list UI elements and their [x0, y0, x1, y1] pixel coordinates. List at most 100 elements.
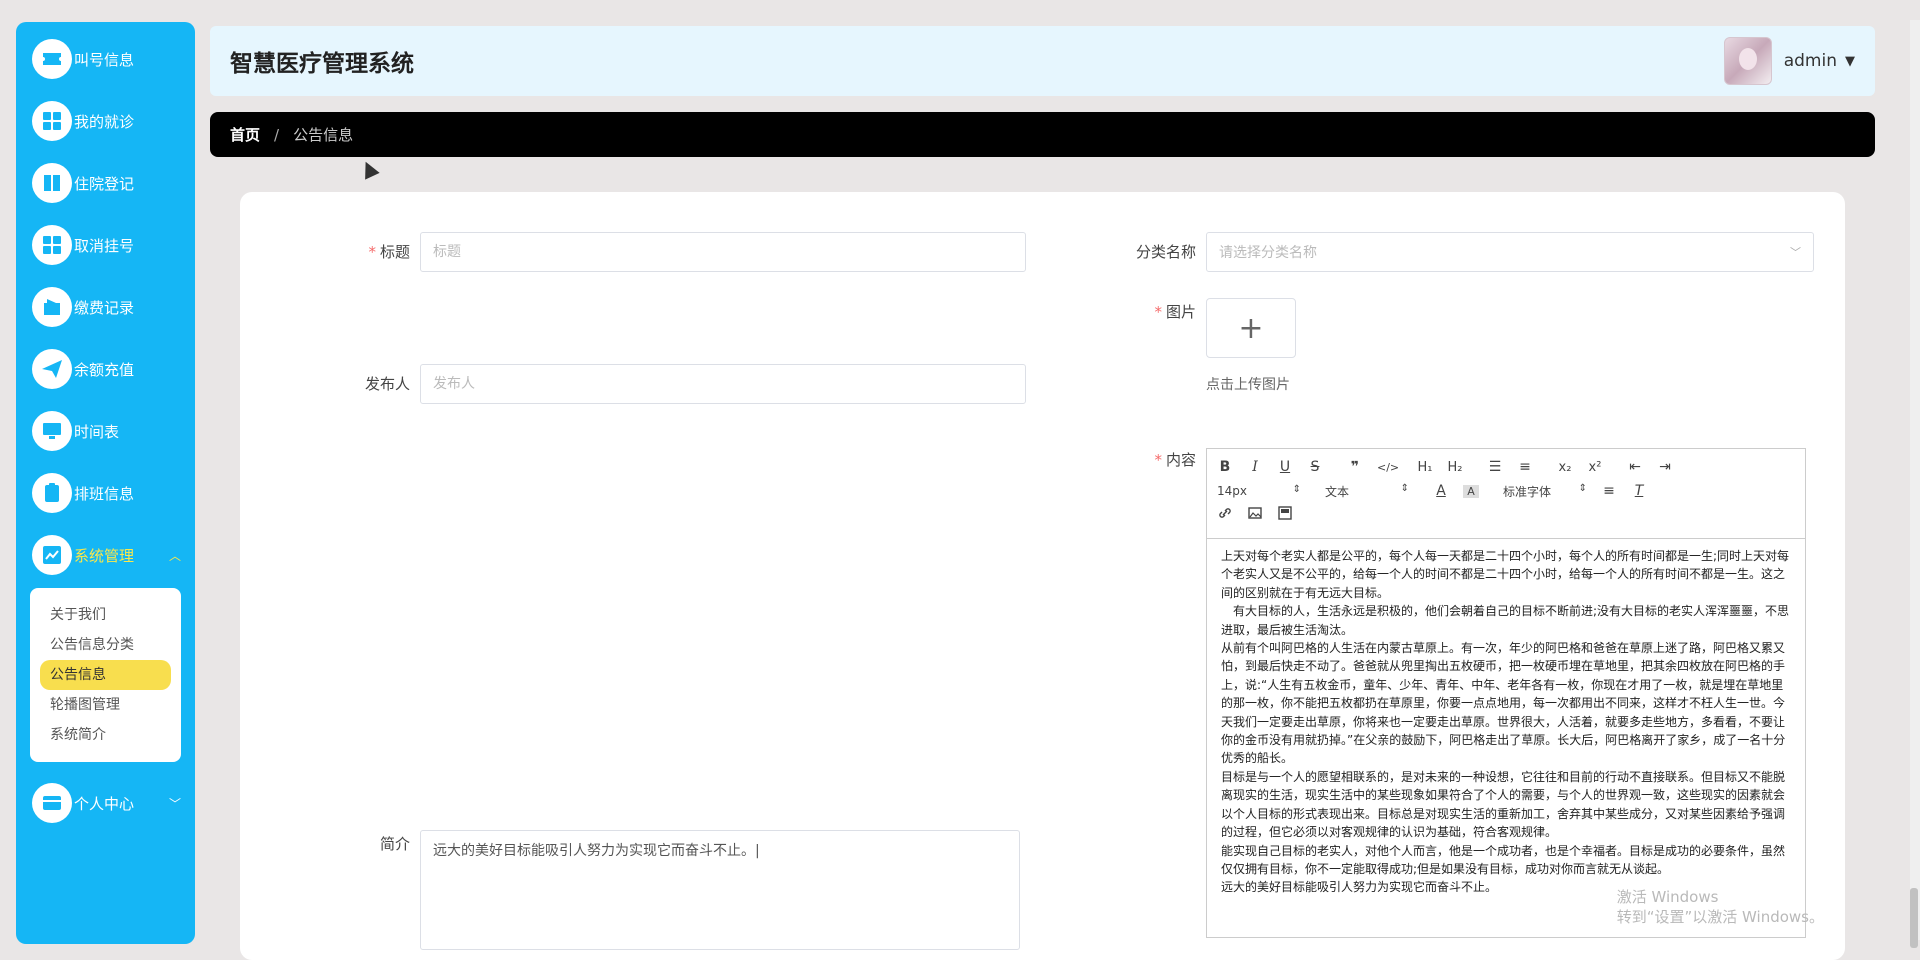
submenu-item-system-intro[interactable]: 系统简介 [40, 720, 171, 750]
indent-icon[interactable]: ⇥ [1657, 459, 1673, 475]
rich-text-editor[interactable]: B I U S ❞ </> H₁ H₂ ☰ ≡ x₂ x² ⇤ ⇥ 14px ⇕… [1206, 448, 1806, 938]
windows-activation-watermark: 激活 Windows 转到“设置”以激活 Windows。 [1617, 887, 1824, 927]
align-icon[interactable]: ≡ [1601, 483, 1617, 499]
upload-button[interactable]: + [1206, 298, 1296, 358]
title-label: * 标题 [300, 232, 410, 272]
subscript-icon[interactable]: x₂ [1557, 460, 1573, 475]
required-mark: * [1154, 451, 1162, 469]
avatar [1723, 37, 1772, 85]
sidebar-item-personal-center[interactable]: 个人中心 ﹀ [16, 772, 195, 834]
sidebar-item-cancel-registration[interactable]: 取消挂号 [16, 214, 195, 276]
sidebar-item-label: 叫号信息 [74, 50, 135, 69]
underline-icon[interactable]: U [1277, 459, 1293, 475]
bullet-list-icon[interactable]: ≡ [1517, 459, 1533, 475]
sidebar-item-timetable[interactable]: 时间表 [16, 400, 195, 462]
link-icon[interactable] [1217, 506, 1233, 524]
grid-icon [32, 225, 72, 265]
sidebar-item-my-visits[interactable]: 我的就诊 [16, 90, 195, 152]
image-icon[interactable] [1247, 506, 1263, 524]
sidebar-item-call-info[interactable]: 叫号信息 [16, 28, 195, 90]
category-select[interactable]: 请选择分类名称 ﹀ [1206, 232, 1814, 272]
chevron-up-icon: ︿ [168, 548, 181, 563]
summary-textarea[interactable]: 远大的美好目标能吸引人努力为实现它而奋斗不止。| [420, 830, 1020, 950]
code-block-icon[interactable]: </> [1377, 461, 1399, 474]
app: 叫号信息 我的就诊 住院登记 取消挂号 缴费记录 余额充值 时间表 排班信息 系… [0, 0, 1920, 960]
editor-paragraph: 从前有个叫阿巴格的人生活在内蒙古草原上。有一次，年少的阿巴格和爸爸在草原上迷了路… [1221, 641, 1786, 766]
text-style-select[interactable]: 文本 ⇕ [1325, 483, 1409, 500]
submenu-item-notice[interactable]: 公告信息 [40, 660, 171, 690]
italic-icon[interactable]: I [1247, 459, 1263, 475]
summary-label: 简介 [379, 835, 410, 853]
notice-form-panel: *标题 分类名称 请选择分类名称 ﹀ *图片 + 点击上传图片 发布人 *内 [240, 192, 1845, 960]
blockquote-icon[interactable]: ❞ [1347, 459, 1363, 475]
paper-plane-icon [32, 349, 72, 389]
monitor-icon [32, 411, 72, 451]
submenu-item-carousel[interactable]: 轮播图管理 [40, 690, 171, 720]
video-icon[interactable] [1277, 506, 1293, 524]
category-placeholder: 请选择分类名称 [1219, 245, 1317, 261]
breadcrumb-current: 公告信息 [293, 126, 354, 144]
wallet-icon [32, 287, 72, 327]
sidebar-item-label: 系统管理 [74, 546, 135, 565]
page-scrollbar[interactable] [1910, 20, 1920, 948]
sidebar-item-system-management[interactable]: 系统管理 ︿ [16, 524, 195, 586]
heading1-icon[interactable]: H₁ [1417, 460, 1433, 475]
content-row: * 内容 B I U S ❞ </> H₁ H₂ ☰ ≡ x₂ x² ⇤ ⇥ 1… [1110, 448, 1806, 938]
card-icon [32, 783, 72, 823]
chart-icon [32, 535, 72, 575]
editor-content[interactable]: 上天对每个老实人都是公平的，每个人每一天都是二十四个小时，每个人的所有时间都是一… [1207, 539, 1805, 937]
chevron-down-icon: ﹀ [1790, 246, 1801, 259]
grid-icon [32, 101, 72, 141]
toolbar-row-3 [1217, 503, 1795, 527]
chevron-down-icon: ﹀ [168, 796, 181, 811]
scrollbar-thumb[interactable] [1910, 888, 1918, 948]
category-row: 分类名称 请选择分类名称 ﹀ [1110, 232, 1814, 272]
ordered-list-icon[interactable]: ☰ [1487, 459, 1503, 475]
ticket-icon [32, 39, 72, 79]
user-menu[interactable]: admin ▼ [1723, 37, 1855, 85]
submenu-item-notice-category[interactable]: 公告信息分类 [40, 630, 171, 660]
app-title: 智慧医疗管理系统 [230, 51, 414, 77]
font-color-icon[interactable]: A [1433, 483, 1449, 499]
breadcrumb: 首页 / 公告信息 [210, 112, 1875, 157]
sidebar: 叫号信息 我的就诊 住院登记 取消挂号 缴费记录 余额充值 时间表 排班信息 系… [16, 22, 195, 944]
heading2-icon[interactable]: H₂ [1447, 460, 1463, 475]
upload-area: + 点击上传图片 [1206, 298, 1296, 394]
image-row: * 图片 + 点击上传图片 [1110, 298, 1296, 394]
sidebar-item-schedule[interactable]: 排班信息 [16, 462, 195, 524]
sidebar-item-recharge[interactable]: 余额充值 [16, 338, 195, 400]
submenu-item-about[interactable]: 关于我们 [40, 600, 171, 630]
strikethrough-icon[interactable]: S [1307, 459, 1323, 475]
editor-toolbar: B I U S ❞ </> H₁ H₂ ☰ ≡ x₂ x² ⇤ ⇥ 14px ⇕… [1207, 449, 1805, 539]
updown-icon: ⇕ [1578, 482, 1587, 494]
publisher-label: 发布人 [364, 375, 410, 393]
sidebar-item-label: 住院登记 [74, 174, 135, 193]
editor-paragraph: 目标是与一个人的愿望相联系的，是对未来的一种设想，它往往和目前的行动不直接联系。… [1221, 769, 1786, 840]
publisher-row: 发布人 [300, 364, 1026, 404]
sidebar-item-payments[interactable]: 缴费记录 [16, 276, 195, 338]
font-family-select[interactable]: 标准字体 ⇕ [1503, 483, 1587, 500]
superscript-icon[interactable]: x² [1587, 460, 1603, 475]
title-input[interactable] [420, 232, 1026, 272]
username: admin [1783, 51, 1837, 71]
outdent-icon[interactable]: ⇤ [1627, 459, 1643, 475]
image-label-text: 图片 [1165, 303, 1196, 321]
sidebar-item-label: 时间表 [74, 422, 120, 441]
bold-icon[interactable]: B [1217, 459, 1233, 475]
sidebar-item-admission[interactable]: 住院登记 [16, 152, 195, 214]
watermark-line1: 激活 Windows [1616, 888, 1719, 906]
font-size-select[interactable]: 14px ⇕ [1217, 484, 1301, 498]
font-size-value: 14px [1217, 484, 1247, 498]
publisher-input[interactable] [420, 364, 1026, 404]
text-style-value: 文本 [1325, 484, 1350, 499]
upload-hint: 点击上传图片 [1206, 377, 1290, 393]
clear-format-icon[interactable]: T [1631, 483, 1647, 499]
required-mark: * [1154, 303, 1162, 321]
book-icon [32, 163, 72, 203]
sidebar-item-label: 取消挂号 [74, 236, 135, 255]
breadcrumb-separator: / [274, 125, 280, 144]
background-color-icon[interactable]: A [1463, 484, 1479, 498]
breadcrumb-home[interactable]: 首页 [230, 124, 260, 145]
submenu-system-management: 关于我们 公告信息分类 公告信息 轮播图管理 系统简介 [30, 588, 181, 762]
top-header: 智慧医疗管理系统 admin ▼ [210, 26, 1875, 96]
